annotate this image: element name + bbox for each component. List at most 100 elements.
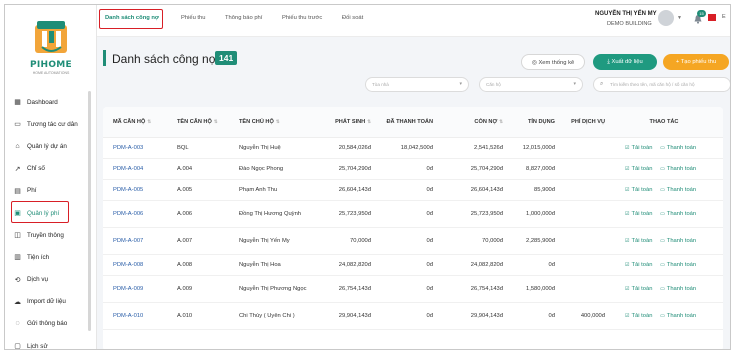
sort-icon[interactable]: ⇅ (367, 119, 371, 124)
sort-icon[interactable]: ⇅ (276, 119, 280, 124)
avatar[interactable] (658, 10, 674, 26)
cell-arise: 29,904,143đ (315, 302, 371, 330)
download-all-link[interactable]: ☑ Tải toàn (625, 238, 652, 244)
building-filter-select[interactable]: Tòa nhà ▾ (365, 77, 469, 92)
pay-link[interactable]: ▭ Thanh toán (660, 145, 696, 151)
pay-link[interactable]: ▭ Thanh toán (660, 166, 696, 172)
create-receipt-button[interactable]: + Tạo phiếu thu (663, 54, 729, 70)
cell-owner-name: Nguyễn Thị Yến My (239, 227, 315, 255)
sort-icon[interactable]: ⇅ (147, 119, 151, 124)
search-input[interactable]: ⌕ Tìm kiếm theo tên, mã căn hộ / số căn … (593, 77, 730, 92)
sidebar-item-media[interactable]: ◫ Truyền thông (5, 224, 97, 246)
cell-arise: 26,604,143đ (315, 179, 371, 201)
sidebar-item-services[interactable]: ⟲ Dịch vụ (5, 269, 97, 291)
cell-apartment-code[interactable]: PDM-A-008 (103, 254, 177, 276)
sidebar-item-indicators[interactable]: ↗ Chỉ số (5, 158, 97, 180)
pay-link[interactable]: ▭ Thanh toán (660, 238, 696, 244)
cell-apartment-name: A.004 (177, 158, 239, 180)
col-header-paid: ĐÃ THANH TOÁN (371, 107, 433, 138)
building-icon: ⌂ (15, 142, 20, 150)
notification-count: 15 (697, 10, 706, 17)
debt-table-body: PDM-A-003 BQL Nguyễn Thị Huệ 20,584,026đ… (103, 137, 723, 330)
sort-icon[interactable]: ⇅ (499, 119, 503, 124)
sidebar-item-dashboard[interactable]: ▦ Dashboard (5, 91, 97, 113)
debt-table-card: MÃ CĂN HỘ ⇅ TÊN CĂN HỘ ⇅ TÊN CHỦ HỘ ⇅ PHÁT … (103, 107, 723, 349)
download-all-link[interactable]: ☑ Tải toàn (625, 262, 652, 268)
media-icon: ◫ (14, 232, 21, 240)
col-header-owner-name[interactable]: TÊN CHỦ HỘ ⇅ (239, 107, 315, 138)
download-all-link[interactable]: ☑ Tải toàn (625, 286, 652, 292)
download-all-link[interactable]: ☑ Tải toàn (625, 211, 652, 217)
download-all-link[interactable]: ☑ Tải toàn (625, 187, 652, 193)
sort-icon[interactable]: ⇅ (214, 119, 218, 124)
pay-link[interactable]: ▭ Thanh toán (660, 262, 696, 268)
sidebar-item-send-notification[interactable]: ◌ Gửi thông báo (5, 313, 97, 335)
cell-debt: 25,704,290đ (433, 158, 503, 180)
sidebar-item-resident-interaction[interactable]: ▭ Tương tác cư dân (5, 113, 97, 135)
sidebar-scrollbar[interactable] (88, 91, 91, 331)
cell-owner-name: Đào Ngọc Phong (239, 158, 315, 180)
sidebar-item-import-data[interactable]: ☁ Import dữ liệu (5, 291, 97, 313)
sidebar-item-fees[interactable]: ▤ Phí (5, 180, 97, 202)
cell-service-fee (555, 158, 605, 180)
wallet-icon: ▭ (660, 312, 665, 319)
language-selector[interactable]: E (722, 14, 726, 20)
pay-link[interactable]: ▭ Thanh toán (660, 211, 696, 217)
pay-link[interactable]: ▭ Thanh toán (660, 286, 696, 292)
download-all-link[interactable]: ☑ Tải toàn (625, 145, 652, 151)
cell-service-fee (555, 179, 605, 201)
cell-service-fee (555, 275, 605, 303)
cell-actions: ☑ Tải toàn ▭ Thanh toán (605, 179, 723, 201)
title-accent-bar (103, 50, 106, 66)
cell-apartment-code[interactable]: PDM-A-004 (103, 158, 177, 180)
pay-link[interactable]: ▭ Thanh toán (660, 187, 696, 193)
tab-fee-notice[interactable]: Thông báo phí (225, 15, 262, 21)
sidebar-item-utilities[interactable]: ▥ Tiện ích (5, 246, 97, 268)
col-header-apartment-name[interactable]: TÊN CĂN HỘ ⇅ (177, 107, 239, 138)
cell-apartment-code[interactable]: PDM-A-005 (103, 179, 177, 201)
tab-receipts[interactable]: Phiếu thu (181, 15, 206, 21)
pay-link[interactable]: ▭ Thanh toán (660, 313, 696, 319)
wallet-icon: ▭ (660, 186, 665, 193)
cell-apartment-code[interactable]: PDM-A-006 (103, 200, 177, 228)
sidebar-item-project-management[interactable]: ⌂ Quản lý dự án (5, 135, 97, 157)
cell-actions: ☑ Tải toàn ▭ Thanh toán (605, 200, 723, 228)
col-header-apartment-code[interactable]: MÃ CĂN HỘ ⇅ (103, 107, 177, 138)
table-row: PDM-A-006 A.006 Đồng Thị Hương Quỳnh 25,… (103, 200, 723, 228)
tab-reconciliation[interactable]: Đối soát (342, 15, 363, 21)
main-content: Danh sách công nợ 141 ◎ Xem thống kê ⤓ X… (97, 37, 730, 349)
chevron-down-icon[interactable]: ▼ (677, 15, 682, 21)
cell-apartment-code[interactable]: PDM-A-007 (103, 227, 177, 255)
view-statistics-button[interactable]: ◎ Xem thống kê (521, 54, 585, 70)
cell-owner-name: Phạm Anh Thu (239, 179, 315, 201)
tab-debt-list[interactable]: Danh sách công nợ (105, 15, 159, 21)
table-row: PDM-A-003 BQL Nguyễn Thị Huệ 20,584,026đ… (103, 137, 723, 159)
wallet-icon: ▭ (660, 210, 665, 217)
wallet-icon: ▭ (660, 144, 665, 151)
cell-apartment-code[interactable]: PDM-A-010 (103, 302, 177, 330)
download-all-link[interactable]: ☑ Tải toàn (625, 166, 652, 172)
tab-prepaid-receipts[interactable]: Phiếu thu trước (282, 15, 322, 21)
cell-apartment-name: A.006 (177, 200, 239, 228)
table-row: PDM-A-010 A.010 Chi Thùy ( Uyên Chi ) 29… (103, 302, 723, 330)
cell-credit: 1,000,000đ (503, 200, 555, 228)
user-name: NGUYỄN THỊ YẾN MY (595, 11, 657, 17)
cell-actions: ☑ Tải toàn ▭ Thanh toán (605, 254, 723, 276)
export-data-button[interactable]: ⤓ Xuất dữ liệu (593, 54, 657, 70)
cell-owner-name: Nguyễn Thị Huệ (239, 137, 315, 159)
col-header-debt[interactable]: CÒN NỢ ⇅ (433, 107, 503, 138)
download-all-link[interactable]: ☑ Tải toàn (625, 313, 652, 319)
sidebar: PIHOME HOME AUTOMATIONS ▦ Dashboard ▭ Tư… (5, 5, 97, 349)
cell-apartment-code[interactable]: PDM-A-003 (103, 137, 177, 159)
page-title: Danh sách công nợ (112, 52, 217, 66)
user-building: DEMO BUILDING (607, 21, 652, 27)
logo-subtitle: HOME AUTOMATIONS (32, 71, 70, 75)
import-icon: ☁ (14, 298, 21, 306)
sidebar-item-history[interactable]: ▢ Lịch sử (5, 335, 97, 349)
cell-apartment-code[interactable]: PDM-A-009 (103, 275, 177, 303)
flag-icon[interactable] (708, 14, 716, 21)
cell-apartment-name: A.005 (177, 179, 239, 201)
table-header-row: MÃ CĂN HỘ ⇅ TÊN CĂN HỘ ⇅ TÊN CHỦ HỘ ⇅ PHÁT … (103, 107, 723, 138)
col-header-arise[interactable]: PHÁT SINH ⇅ (315, 107, 371, 138)
apartment-filter-select[interactable]: Căn hộ ▾ (479, 77, 583, 92)
